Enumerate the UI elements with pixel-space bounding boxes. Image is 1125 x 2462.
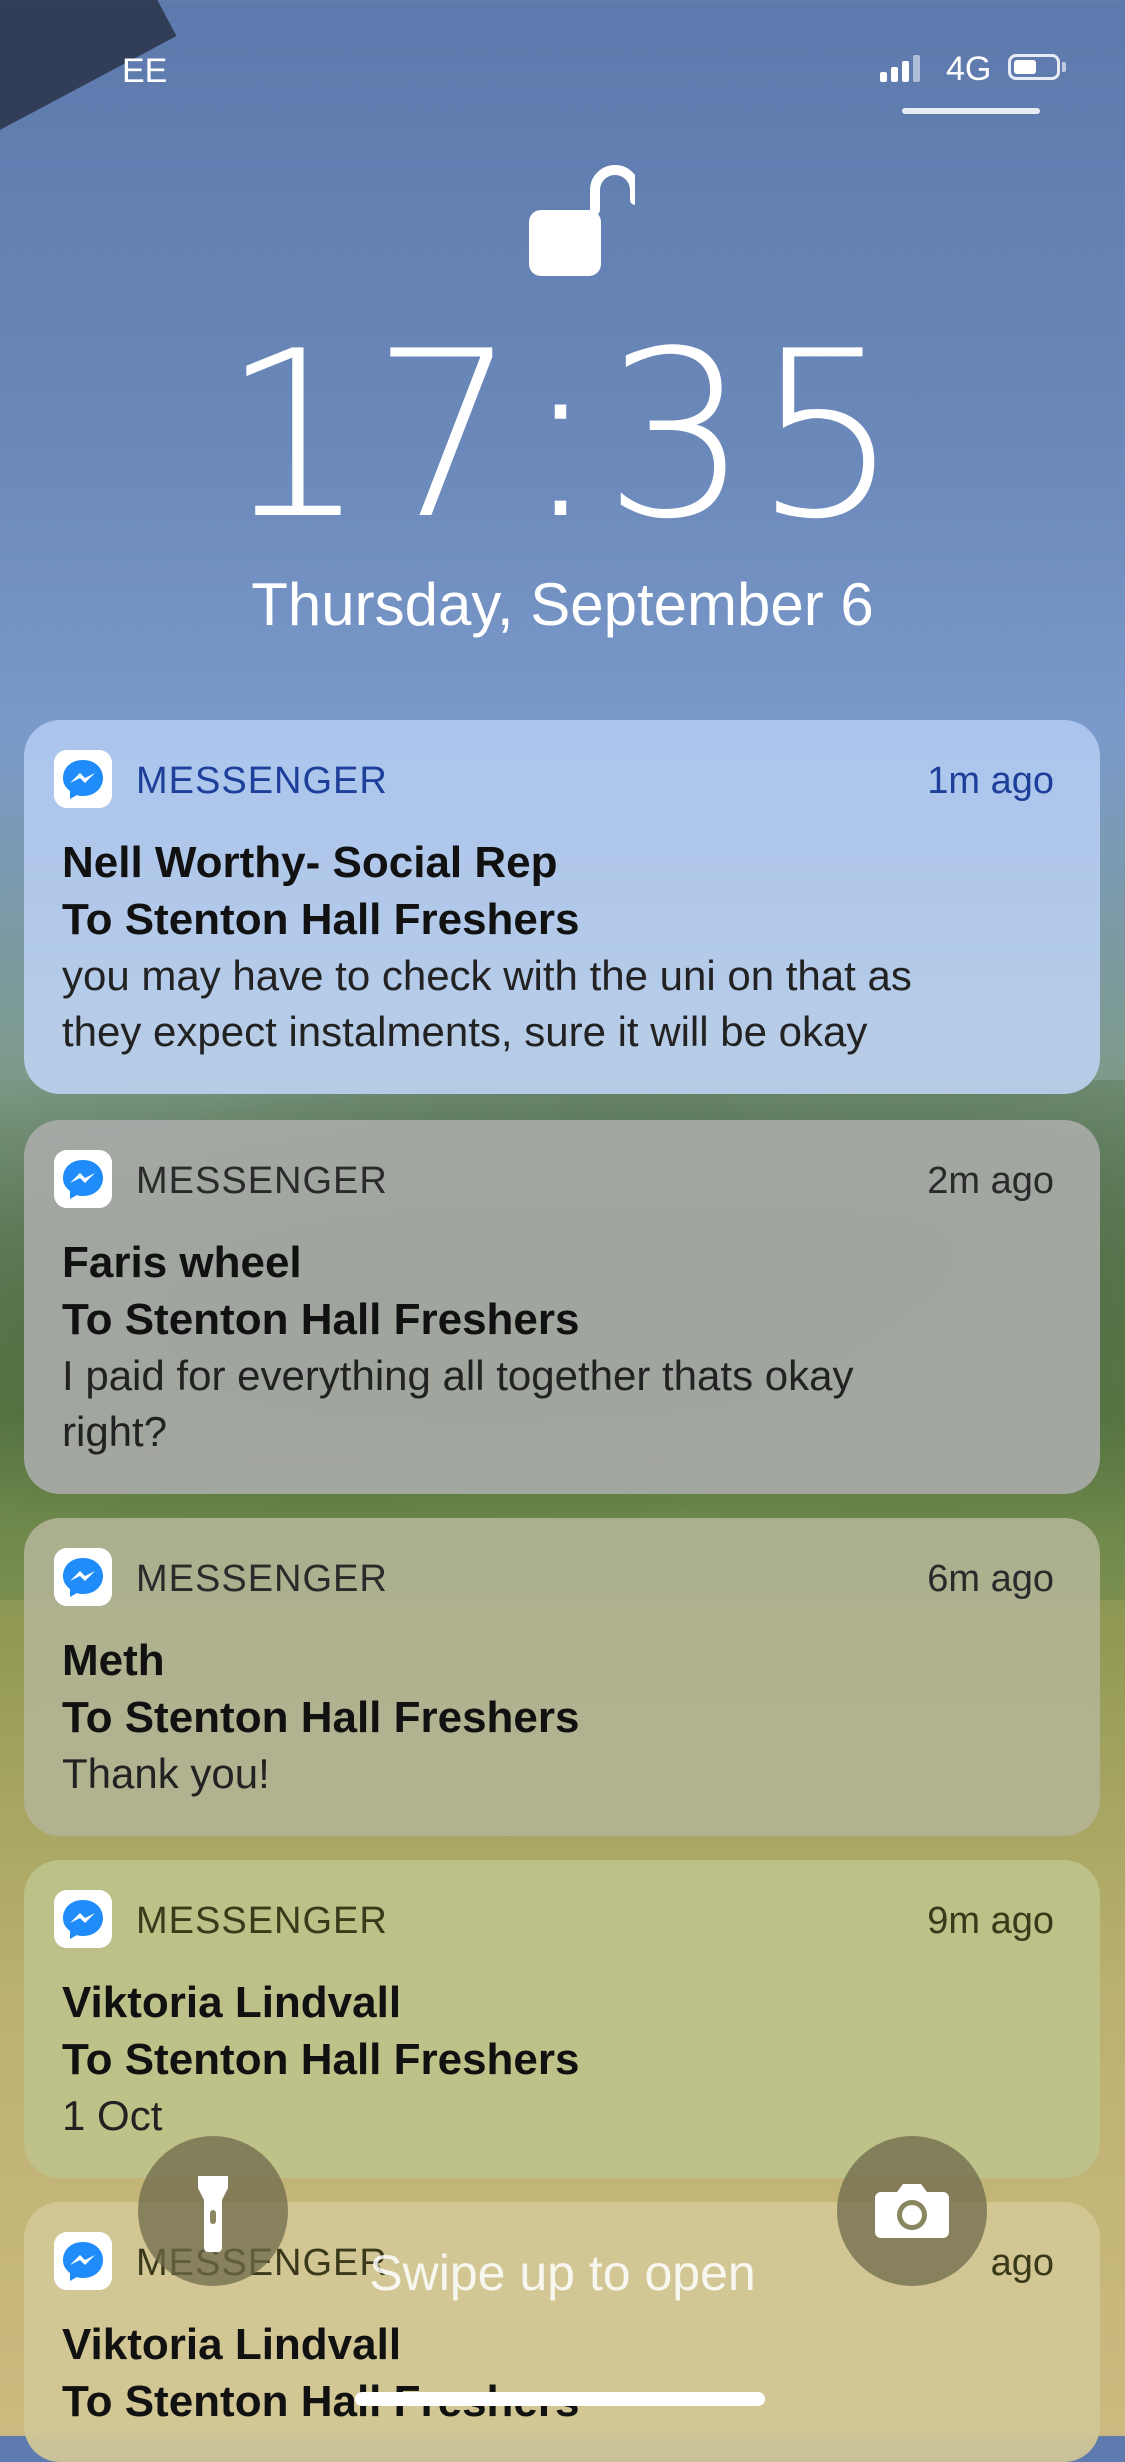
notification-body-line: they expect instalments, sure it will be… xyxy=(62,1008,868,1055)
notification-header: MESSENGER 2m ago xyxy=(24,1120,1100,1240)
notification-time: 2m ago xyxy=(927,1160,1054,1202)
notification-body-line: you may have to check with the uni on th… xyxy=(62,952,912,999)
messenger-app-icon xyxy=(54,750,112,808)
messenger-app-icon xyxy=(54,1890,112,1948)
network-type: 4G xyxy=(946,50,992,88)
notification-body-line: I paid for everything all together thats… xyxy=(62,1352,854,1399)
notification-group: To Stenton Hall Freshers xyxy=(62,895,580,944)
battery-nub xyxy=(1062,62,1066,72)
notification-time: 6m ago xyxy=(927,1558,1054,1600)
unlocked-padlock-icon xyxy=(529,165,635,276)
notification-card[interactable]: MESSENGER 6m ago Meth To Stenton Hall Fr… xyxy=(24,1518,1100,1836)
status-bar: EE 4G xyxy=(0,0,1125,130)
notification-sender: Faris wheel xyxy=(62,1238,302,1287)
notification-header: MESSENGER 9m ago xyxy=(24,1860,1100,1980)
notification-time: 1m ago xyxy=(927,760,1054,802)
control-center-indicator[interactable] xyxy=(902,108,1040,114)
notification-card[interactable]: MESSENGER 2m ago Faris wheel To Stenton … xyxy=(24,1120,1100,1494)
notification-group: To Stenton Hall Freshers xyxy=(62,2035,580,2084)
notification-time: 9m ago xyxy=(927,1900,1054,1942)
notification-sender: Viktoria Lindvall xyxy=(62,2320,402,2369)
notification-header: MESSENGER 1m ago xyxy=(24,720,1100,840)
clock-time: 17:35 xyxy=(221,303,904,570)
notification-sender: Nell Worthy- Social Rep xyxy=(62,838,558,887)
notification-app-name: MESSENGER xyxy=(136,760,388,802)
notification-card[interactable]: MESSENGER 9m ago Viktoria Lindvall To St… xyxy=(24,1860,1100,2178)
clock-date: Thursday, September 6 xyxy=(251,571,874,638)
notification-sender: Meth xyxy=(62,1636,165,1685)
notification-group: To Stenton Hall Freshers xyxy=(62,1693,580,1742)
notification-body-line: right? xyxy=(62,1408,168,1455)
notification-card[interactable]: MESSENGER 1m ago Nell Worthy- Social Rep… xyxy=(24,720,1100,1094)
carrier-label: EE xyxy=(122,52,168,90)
notification-sender: Viktoria Lindvall xyxy=(62,1978,402,2027)
notification-app-name: MESSENGER xyxy=(136,1160,388,1202)
messenger-app-icon xyxy=(54,1150,112,1208)
notification-group: To Stenton Hall Freshers xyxy=(62,1295,580,1344)
home-indicator[interactable] xyxy=(355,2392,765,2406)
notification-app-name: MESSENGER xyxy=(136,1558,388,1600)
swipe-up-hint: Swipe up to open xyxy=(369,2245,756,2301)
notification-app-name: MESSENGER xyxy=(136,1900,388,1942)
battery-icon xyxy=(1008,54,1060,80)
messenger-app-icon xyxy=(54,1548,112,1606)
notification-header: MESSENGER 6m ago xyxy=(24,1518,1100,1638)
cellular-signal-icon xyxy=(880,54,920,82)
notification-body-line: Thank you! xyxy=(62,1750,270,1797)
